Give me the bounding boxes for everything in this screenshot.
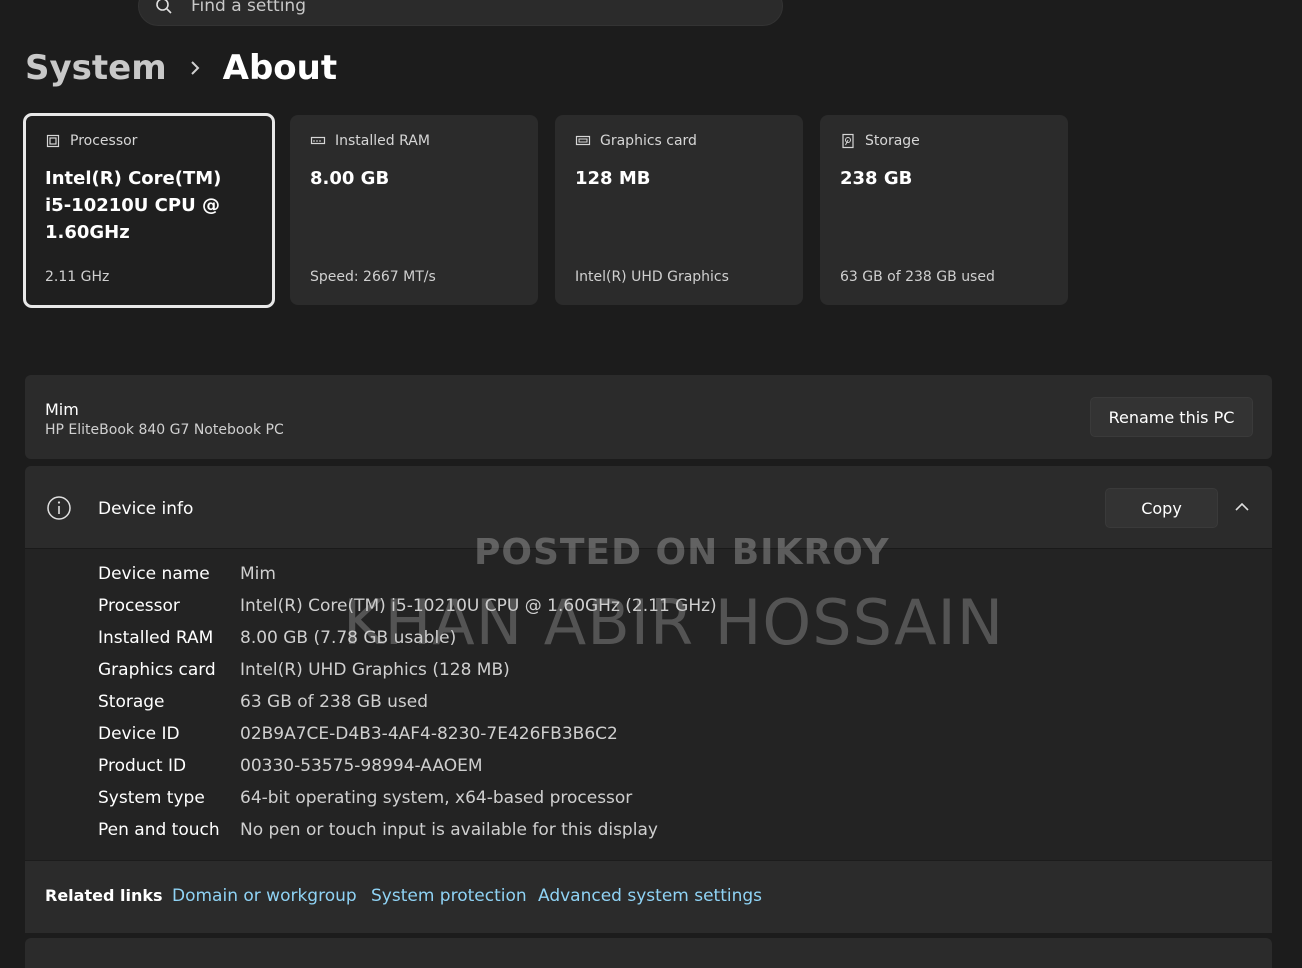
- link-system-protection[interactable]: System protection: [371, 886, 527, 906]
- link-domain-or-workgroup[interactable]: Domain or workgroup: [172, 886, 357, 906]
- search-input[interactable]: Find a setting: [191, 0, 306, 16]
- device-info-panel: Device info Copy Device name Mim Process…: [25, 466, 1272, 860]
- page-title: About: [222, 48, 338, 88]
- info-key: System type: [98, 788, 205, 808]
- ram-icon: [310, 133, 326, 149]
- info-key: Pen and touch: [98, 820, 220, 840]
- link-advanced-system-settings[interactable]: Advanced system settings: [538, 886, 762, 906]
- info-key: Installed RAM: [98, 628, 214, 648]
- info-key: Storage: [98, 692, 165, 712]
- chevron-up-icon[interactable]: [1233, 498, 1251, 516]
- info-row-system-type: System type 64-bit operating system, x64…: [98, 788, 632, 808]
- info-key: Device ID: [98, 724, 180, 744]
- info-key: Device name: [98, 564, 210, 584]
- breadcrumb-parent[interactable]: System: [25, 48, 167, 88]
- chevron-right-icon: [189, 60, 201, 76]
- related-links-label: Related links: [45, 886, 163, 905]
- info-key: Product ID: [98, 756, 187, 776]
- info-row-device-name: Device name Mim: [98, 564, 276, 584]
- info-value: 00330-53575-98994-AAOEM: [240, 756, 483, 776]
- rename-pc-button[interactable]: Rename this PC: [1090, 397, 1253, 437]
- info-row-product-id: Product ID 00330-53575-98994-AAOEM: [98, 756, 483, 776]
- card-sub: Intel(R) UHD Graphics: [575, 269, 729, 285]
- info-key: Processor: [98, 596, 180, 616]
- info-row-graphics-card: Graphics card Intel(R) UHD Graphics (128…: [98, 660, 510, 680]
- related-links-bar: Related links Domain or workgroup System…: [25, 861, 1272, 933]
- breadcrumb: System About: [25, 48, 337, 88]
- card-value: 128 MB: [575, 168, 651, 189]
- card-processor[interactable]: Processor Intel(R) Core(TM) i5-10210U CP…: [23, 113, 275, 308]
- card-label: Installed RAM: [335, 133, 430, 149]
- card-label: Storage: [865, 133, 920, 149]
- graphics-card-icon: [575, 133, 591, 149]
- card-sub: 2.11 GHz: [45, 269, 110, 285]
- search-icon: [153, 0, 175, 17]
- pc-name-panel: Mim HP EliteBook 840 G7 Notebook PC Rena…: [25, 375, 1272, 459]
- search-box[interactable]: Find a setting: [138, 0, 783, 26]
- card-installed-ram[interactable]: Installed RAM 8.00 GB Speed: 2667 MT/s: [290, 115, 538, 305]
- card-sub: 63 GB of 238 GB used: [840, 269, 995, 285]
- info-row-pen-and-touch: Pen and touch No pen or touch input is a…: [98, 820, 658, 840]
- card-value: 8.00 GB: [310, 168, 390, 189]
- info-value: 02B9A7CE-D4B3-4AF4-8230-7E426FB3B6C2: [240, 724, 618, 744]
- device-info-title: Device info: [98, 499, 194, 519]
- info-value: 63 GB of 238 GB used: [240, 692, 429, 712]
- info-value: 64-bit operating system, x64-based proce…: [240, 788, 633, 808]
- info-row-storage: Storage 63 GB of 238 GB used: [98, 692, 428, 712]
- copy-button[interactable]: Copy: [1105, 488, 1218, 528]
- info-value: Mim: [240, 564, 276, 584]
- info-value: Intel(R) UHD Graphics (128 MB): [240, 660, 510, 680]
- info-value: No pen or touch input is available for t…: [240, 820, 658, 840]
- card-sub: Speed: 2667 MT/s: [310, 269, 436, 285]
- card-storage[interactable]: Storage 238 GB 63 GB of 238 GB used: [820, 115, 1068, 305]
- card-value: Intel(R) Core(TM) i5-10210U CPU @ 1.60GH…: [45, 168, 222, 243]
- info-icon: [46, 495, 72, 521]
- card-graphics-card[interactable]: Graphics card 128 MB Intel(R) UHD Graphi…: [555, 115, 803, 305]
- card-label: Graphics card: [600, 133, 697, 149]
- next-panel: [25, 938, 1272, 968]
- watermark-line-1: POSTED ON BIKROY: [474, 532, 890, 573]
- card-value: 238 GB: [840, 168, 913, 189]
- watermark-line-2: KHAN ABIR HOSSAIN: [343, 586, 1005, 659]
- pc-name: Mim: [45, 400, 79, 419]
- pc-model: HP EliteBook 840 G7 Notebook PC: [45, 422, 284, 438]
- storage-icon: [840, 133, 856, 149]
- info-row-device-id: Device ID 02B9A7CE-D4B3-4AF4-8230-7E426F…: [98, 724, 618, 744]
- info-key: Graphics card: [98, 660, 216, 680]
- processor-icon: [45, 133, 61, 149]
- card-label: Processor: [70, 133, 138, 149]
